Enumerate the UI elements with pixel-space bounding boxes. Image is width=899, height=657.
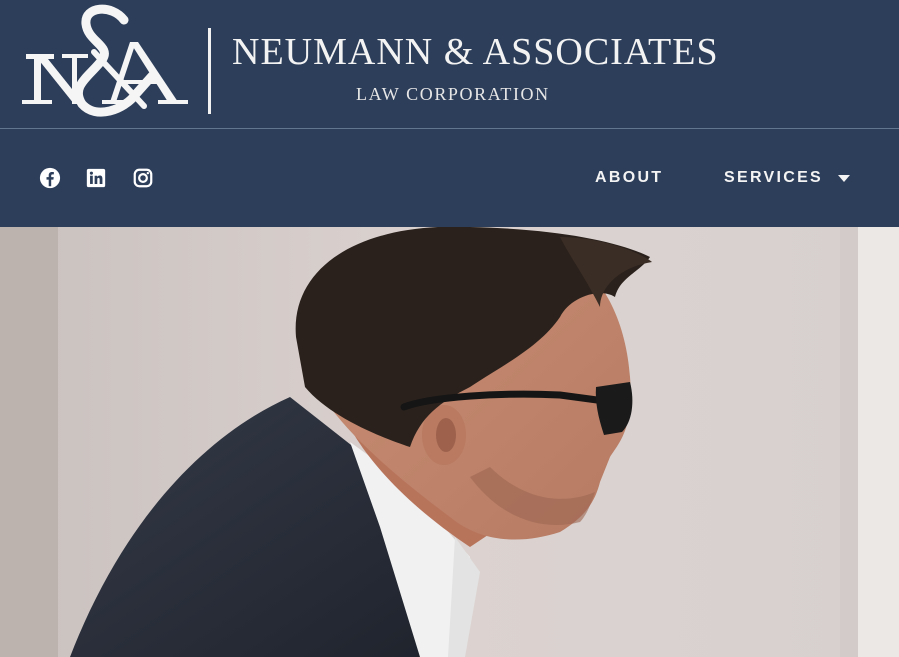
brand-logo[interactable]: NEUMANN & ASSOCIATES LAW CORPORATION xyxy=(12,2,718,122)
linkedin-icon[interactable] xyxy=(85,167,107,189)
brand-name: NEUMANN & ASSOCIATES xyxy=(232,31,719,73)
site-header: NEUMANN & ASSOCIATES LAW CORPORATION xyxy=(0,0,899,128)
main-navigation: ABOUT SERVICES xyxy=(0,129,899,227)
nav-about-link[interactable]: ABOUT xyxy=(595,169,663,187)
nav-services-link[interactable]: SERVICES xyxy=(724,169,823,187)
chevron-down-icon[interactable] xyxy=(838,175,850,182)
brand-subtitle: LAW CORPORATION xyxy=(356,84,550,104)
hero-image xyxy=(0,227,899,657)
facebook-icon[interactable] xyxy=(39,167,61,189)
instagram-icon[interactable] xyxy=(132,167,154,189)
logo-divider xyxy=(208,28,211,114)
monogram-logo xyxy=(22,4,188,117)
